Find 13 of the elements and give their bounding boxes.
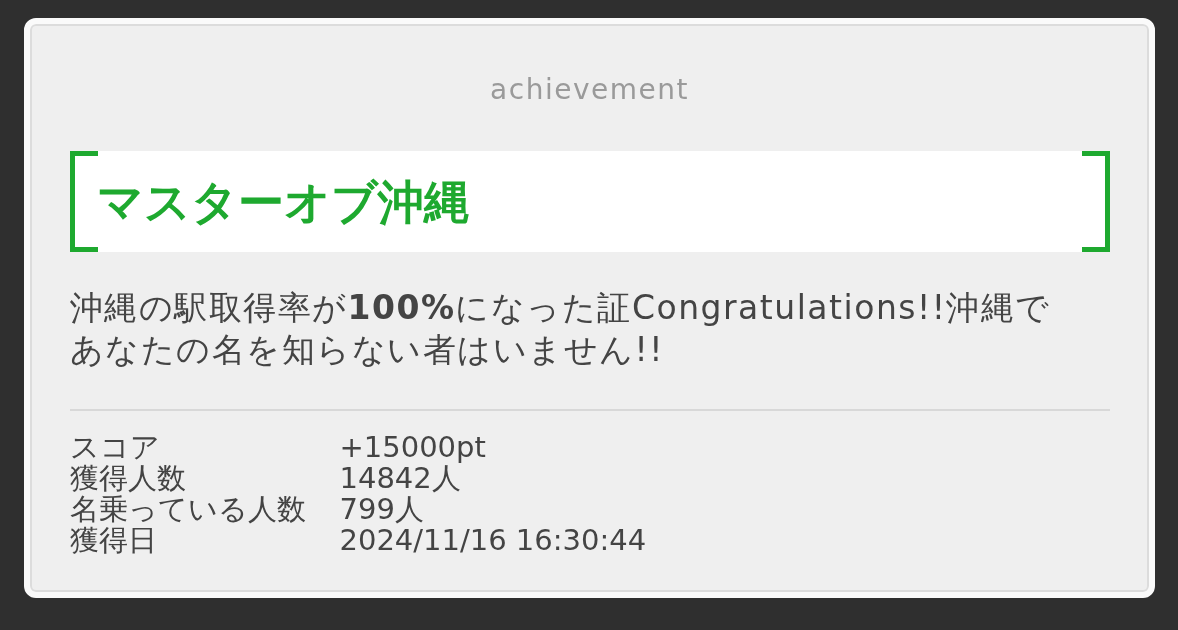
- stat-value: 14842人: [339, 463, 461, 494]
- bracket-icon: [69, 151, 98, 252]
- achievement-title: マスターオブ沖縄: [96, 173, 470, 230]
- stat-value: +15000pt: [339, 432, 486, 463]
- stat-label: スコア: [69, 432, 160, 463]
- achievement-description: 沖縄の駅取得率が100%になった証Congratulations!!沖縄であなたの名を知らない者はいません!!: [69, 287, 1052, 371]
- bracket-icon: [1081, 151, 1110, 252]
- dialog-heading: achievement: [489, 72, 690, 108]
- stat-label: 獲得日: [69, 525, 157, 556]
- stat-value: 2024/11/16 16:30:44: [339, 525, 647, 556]
- stat-label: 名乗っている人数: [69, 494, 306, 525]
- stat-value: 799人: [339, 494, 424, 525]
- stat-label: 獲得人数: [69, 463, 186, 494]
